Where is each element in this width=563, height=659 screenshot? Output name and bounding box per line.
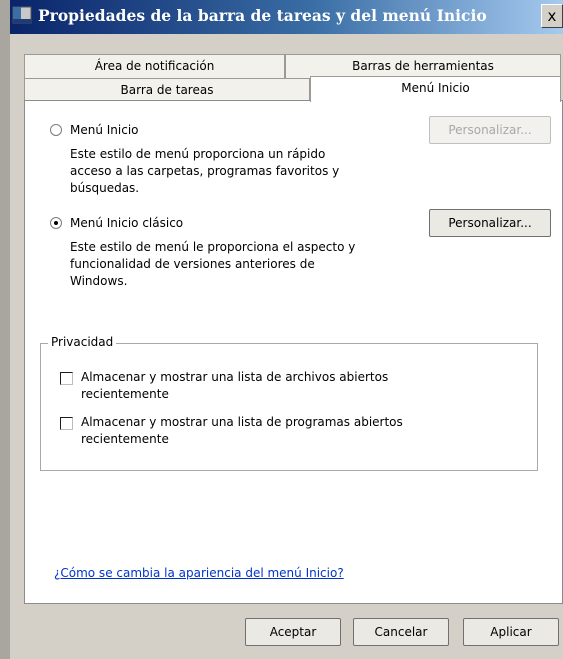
checkbox-label-line: Almacenar y mostrar una lista de archivo…	[81, 370, 389, 384]
radio-menu-inicio[interactable]: Menú Inicio	[50, 123, 139, 137]
checkbox-label-line: recientemente	[81, 432, 169, 446]
help-link[interactable]: ¿Cómo se cambia la apariencia del menú I…	[54, 566, 344, 580]
radio-menu-inicio-clasico[interactable]: Menú Inicio clásico	[50, 216, 183, 230]
tab-menu-inicio[interactable]: Menú Inicio	[310, 76, 561, 102]
checkbox-recent-programs-label: Almacenar y mostrar una lista de program…	[81, 414, 403, 448]
radio-circle[interactable]	[50, 217, 62, 229]
radio-circle[interactable]	[50, 124, 62, 136]
ok-button[interactable]: Aceptar	[245, 618, 341, 646]
customize-button-clasico[interactable]: Personalizar...	[429, 209, 551, 237]
description-line: funcionalidad de versiones anteriores de	[70, 257, 315, 271]
description-line: acceso a las carpetas, programas favorit…	[70, 164, 340, 178]
menu-inicio-description: Este estilo de menú proporciona un rápid…	[70, 146, 339, 197]
description-line: búsquedas.	[70, 181, 140, 195]
privacy-group	[40, 343, 538, 471]
taskbar-properties-icon	[12, 6, 32, 24]
checkbox-label-line: recientemente	[81, 387, 169, 401]
radio-menu-clasico-label: Menú Inicio clásico	[70, 216, 184, 230]
checkbox-recent-files[interactable]: Almacenar y mostrar una lista de archivo…	[60, 369, 388, 403]
menu-clasico-description: Este estilo de menú le proporciona el as…	[70, 239, 355, 290]
title-bar[interactable]: Propiedades de la barra de tareas y del …	[10, 0, 563, 34]
apply-button[interactable]: Aplicar	[463, 618, 559, 646]
cancel-button[interactable]: Cancelar	[353, 618, 449, 646]
radio-menu-inicio-label: Menú Inicio	[70, 123, 139, 137]
tab-barras-herramientas[interactable]: Barras de herramientas	[285, 54, 561, 78]
window-title: Propiedades de la barra de tareas y del …	[38, 6, 487, 25]
privacy-group-label: Privacidad	[48, 335, 117, 349]
description-line: Este estilo de menú le proporciona el as…	[70, 240, 356, 254]
description-line: Este estilo de menú proporciona un rápid…	[70, 147, 326, 161]
customize-button-inicio[interactable]: Personalizar...	[429, 116, 551, 144]
checkbox-label-line: Almacenar y mostrar una lista de program…	[81, 415, 403, 429]
checkbox-box[interactable]	[60, 372, 73, 385]
checkbox-box[interactable]	[60, 417, 73, 430]
checkbox-recent-programs[interactable]: Almacenar y mostrar una lista de program…	[60, 414, 403, 448]
checkbox-recent-files-label: Almacenar y mostrar una lista de archivo…	[81, 369, 388, 403]
tab-area-notificacion[interactable]: Área de notificación	[24, 54, 285, 78]
description-line: Windows.	[70, 274, 128, 288]
tab-barra-tareas[interactable]: Barra de tareas	[24, 78, 310, 102]
dialog-window: Propiedades de la barra de tareas y del …	[0, 0, 563, 659]
close-button[interactable]: x	[541, 4, 563, 28]
